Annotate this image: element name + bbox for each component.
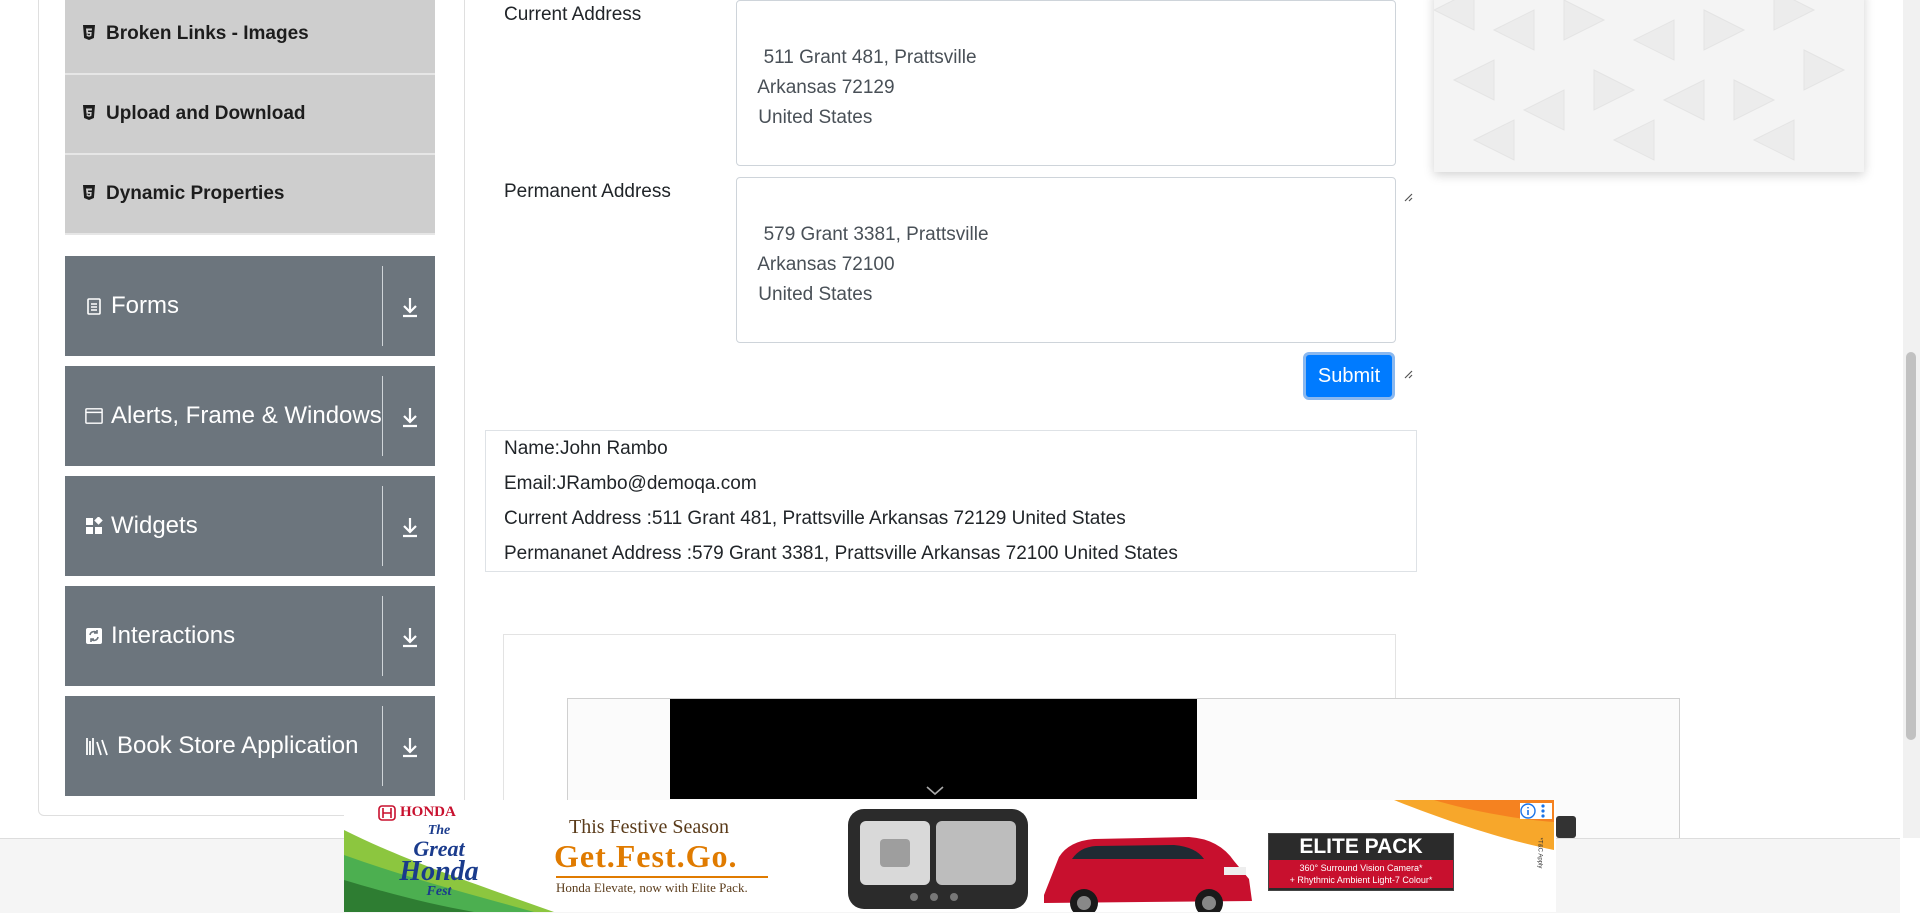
- fest-line-3: Honda: [399, 856, 479, 887]
- download-arrow-icon[interactable]: [395, 732, 425, 762]
- ad-tagline: Get.Fest.Go.: [554, 838, 738, 874]
- ad-disclaimer: *T&C Apply: [1536, 837, 1543, 869]
- sidebar-group-alerts[interactable]: Alerts, Frame & Windows: [65, 366, 435, 466]
- current-address-value: 511 Grant 481, Prattsville Arkansas 7212…: [757, 47, 977, 128]
- download-arrow-icon[interactable]: [395, 512, 425, 542]
- info-icon[interactable]: [1520, 803, 1536, 819]
- download-arrow-icon[interactable]: [395, 622, 425, 652]
- festive-line: This Festive Season: [569, 816, 729, 838]
- elite-pack-title: ELITE PACK: [1299, 835, 1423, 858]
- honda-brand-text: HONDA: [400, 804, 456, 820]
- sidebar-item-upload-download[interactable]: Upload and Download: [65, 75, 435, 155]
- download-arrow-icon[interactable]: [395, 402, 425, 432]
- elite-pack-box: ELITE PACK 360° Surround Vision Camera* …: [1268, 833, 1454, 891]
- output-name: Name:John Rambo: [504, 438, 668, 459]
- document-icon: [85, 297, 103, 315]
- group-divider: [382, 486, 383, 566]
- chevron-down-icon[interactable]: [926, 783, 944, 801]
- widgets-icon: [85, 517, 103, 535]
- elite-pack-feature-2: + Rhythmic Ambient Light-7 Colour*: [1289, 875, 1433, 885]
- ad-close-tab[interactable]: [1556, 816, 1576, 838]
- group-divider: [382, 376, 383, 456]
- refresh-icon: [85, 627, 103, 645]
- download-arrow-icon[interactable]: [395, 292, 425, 322]
- group-divider: [382, 266, 383, 346]
- elite-pack-feature-1: 360° Surround Vision Camera*: [1299, 863, 1423, 873]
- honda-logo: HONDA: [378, 804, 456, 821]
- sidebar-group-label: Interactions: [111, 622, 236, 649]
- sidebar-group-label: Book Store Application: [117, 732, 359, 759]
- permanent-address-textarea[interactable]: 579 Grant 3381, Prattsville Arkansas 721…: [736, 177, 1413, 379]
- sidebar-group-forms[interactable]: Forms: [65, 256, 435, 356]
- great-honda-fest-logo: The Great Honda Fest: [384, 824, 494, 899]
- elite-pack-features: 360° Surround Vision Camera* + Rhythmic …: [1269, 860, 1453, 888]
- group-divider: [382, 706, 383, 786]
- html5-icon: [82, 25, 98, 43]
- output-permanent-address: Permananet Address :579 Grant 3381, Prat…: [504, 543, 1178, 564]
- fest-line-4: Fest: [426, 884, 452, 899]
- more-options-icon[interactable]: [1540, 803, 1546, 819]
- video-player[interactable]: [670, 699, 1197, 799]
- html5-icon: [82, 105, 98, 123]
- car-image: [848, 809, 1252, 912]
- sidebar-item-label: Broken Links - Images: [106, 23, 309, 44]
- sidebar-group-label: Widgets: [111, 512, 198, 539]
- ad-choices[interactable]: [1520, 803, 1552, 819]
- sidebar-group-label: Forms: [111, 292, 179, 319]
- html5-icon: [82, 185, 98, 203]
- output-email: Email:JRambo@demoqa.com: [504, 473, 757, 494]
- sidebar-group-label: Alerts, Frame & Windows: [111, 402, 382, 429]
- permanent-address-value: 579 Grant 3381, Prattsville Arkansas 721…: [757, 224, 989, 305]
- resize-handle-icon[interactable]: [1382, 329, 1413, 379]
- books-icon: [85, 737, 109, 756]
- output-box: Name:John Rambo Email:JRambo@demoqa.com …: [485, 430, 1417, 572]
- scrollbar-thumb[interactable]: [1906, 352, 1916, 740]
- sidebar-item-label: Dynamic Properties: [106, 183, 285, 204]
- permanent-address-label: Permanent Address: [504, 181, 671, 202]
- sidebar-group-widgets[interactable]: Widgets: [65, 476, 435, 576]
- group-divider: [382, 596, 383, 676]
- submit-button[interactable]: Submit: [1303, 352, 1395, 400]
- sidebar-group-book-store[interactable]: Book Store Application: [65, 696, 435, 796]
- sidebar-item-dynamic-properties[interactable]: Dynamic Properties: [65, 155, 435, 235]
- decorative-pattern-panel: [1434, 0, 1864, 172]
- ad-subline: Honda Elevate, now with Elite Pack.: [556, 880, 748, 895]
- output-current-address: Current Address :511 Grant 481, Prattsvi…: [504, 508, 1126, 529]
- sidebar-group-interactions[interactable]: Interactions: [65, 586, 435, 686]
- sidebar-item-broken-links[interactable]: Broken Links - Images: [65, 0, 435, 75]
- current-address-label: Current Address: [504, 4, 642, 25]
- honda-h-icon: [378, 804, 396, 821]
- sidebar-item-label: Upload and Download: [106, 103, 306, 124]
- current-address-textarea[interactable]: 511 Grant 481, Prattsville Arkansas 7212…: [736, 0, 1413, 202]
- honda-banner-ad[interactable]: HONDA The Great Honda Fest This Festive …: [344, 800, 1556, 912]
- resize-handle-icon[interactable]: [1382, 152, 1413, 202]
- tagline-underline: [556, 876, 768, 878]
- window-icon: [85, 407, 103, 425]
